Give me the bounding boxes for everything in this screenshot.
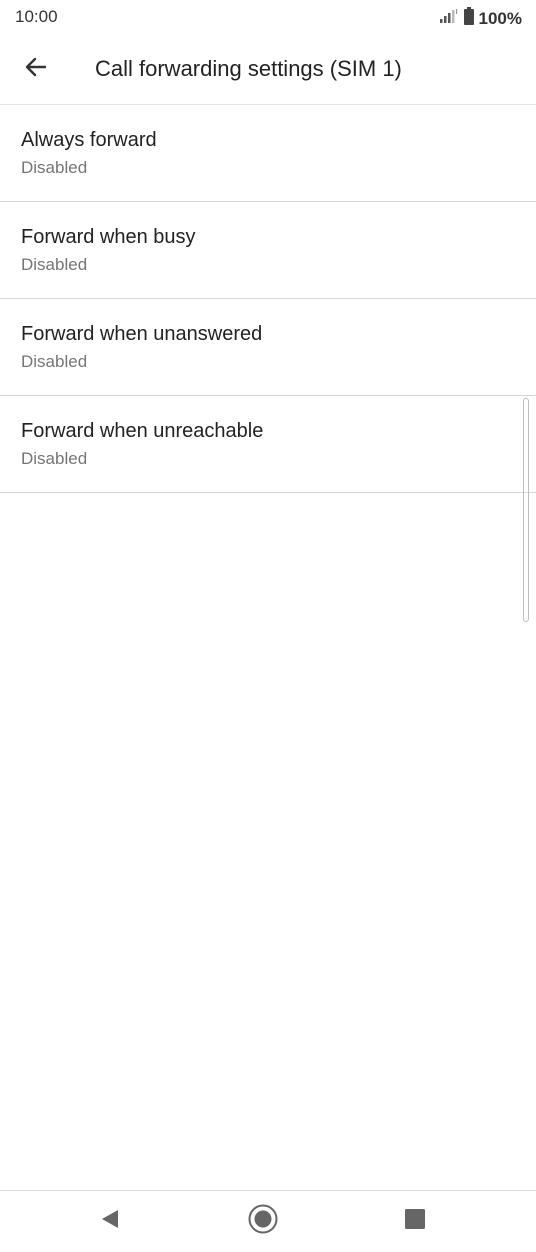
nav-back-button[interactable] <box>90 1201 130 1241</box>
nav-recents-icon <box>404 1208 426 1235</box>
status-bar: 10:00 100% <box>0 0 536 34</box>
nav-back-icon <box>99 1208 121 1235</box>
battery-percent: 100% <box>478 8 522 28</box>
settings-list: Always forward Disabled Forward when bus… <box>0 105 536 493</box>
back-arrow-icon <box>23 54 49 85</box>
back-button[interactable] <box>14 47 58 91</box>
nav-home-icon <box>247 1203 279 1240</box>
option-summary: Disabled <box>21 449 88 468</box>
option-title: Forward when unreachable <box>21 420 264 442</box>
option-title: Always forward <box>21 129 157 151</box>
scrollbar[interactable] <box>523 398 529 622</box>
status-icons: 100% <box>439 7 522 30</box>
option-forward-when-unreachable[interactable]: Forward when unreachable Disabled <box>0 396 536 493</box>
navigation-bar <box>0 1190 536 1252</box>
page-title: Call forwarding settings (SIM 1) <box>95 56 402 81</box>
option-forward-when-busy[interactable]: Forward when busy Disabled <box>0 202 536 299</box>
option-always-forward[interactable]: Always forward Disabled <box>0 105 536 202</box>
status-time: 10:00 <box>15 7 58 26</box>
option-title: Forward when busy <box>21 226 196 248</box>
option-title: Forward when unanswered <box>21 323 263 345</box>
nav-recents-button[interactable] <box>395 1201 435 1241</box>
app-bar: Call forwarding settings (SIM 1) <box>0 34 536 104</box>
option-summary: Disabled <box>21 255 88 274</box>
battery-icon <box>463 7 475 30</box>
option-forward-when-unanswered[interactable]: Forward when unanswered Disabled <box>0 299 536 396</box>
option-summary: Disabled <box>21 158 88 177</box>
nav-home-button[interactable] <box>243 1201 283 1241</box>
option-summary: Disabled <box>21 352 88 371</box>
signal-icon <box>439 8 459 29</box>
